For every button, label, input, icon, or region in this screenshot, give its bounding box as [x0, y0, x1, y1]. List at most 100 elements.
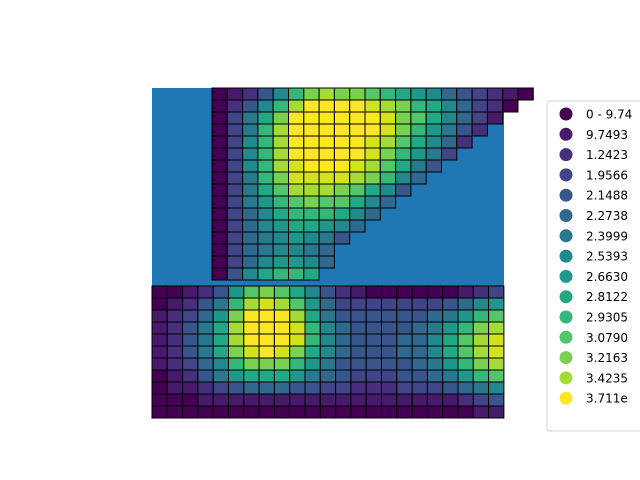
mesh-cell	[243, 309, 260, 323]
mesh-cell	[289, 285, 306, 299]
mesh-cell	[486, 87, 504, 101]
mesh-cell	[228, 285, 245, 299]
mesh-cell	[365, 309, 383, 323]
legend: 0 - 9.74 9.7493 1.2423 1.9566 2.1488 2.2738 2.…	[546, 100, 640, 432]
mesh-cell	[226, 135, 244, 149]
mesh-cell	[365, 285, 383, 299]
legend-marker	[559, 290, 573, 304]
mesh-cell	[381, 309, 398, 323]
mesh-cell	[304, 369, 321, 383]
mesh-cell	[304, 285, 321, 299]
mesh-cell	[151, 357, 168, 371]
mesh-cell	[243, 393, 260, 407]
mesh-cell	[273, 369, 291, 383]
chart-stage: 0 - 9.74 9.7493 1.2423 1.9566 2.1488 2.2738 2.…	[0, 0, 640, 480]
mesh-cell	[242, 87, 259, 101]
mesh-cell	[242, 267, 259, 281]
mesh-cell	[182, 309, 199, 323]
mesh-cell	[471, 123, 488, 137]
legend-marker	[559, 269, 573, 283]
legend-label: 2.9305	[586, 311, 628, 325]
mesh-cell	[242, 99, 259, 113]
mesh-cell	[457, 297, 474, 311]
mesh-cell	[242, 195, 259, 209]
mesh-cell	[226, 255, 244, 269]
mesh-cell	[442, 333, 459, 347]
mesh-cell	[151, 369, 168, 383]
mesh-cell	[211, 159, 228, 173]
mesh-cell	[288, 123, 305, 137]
mesh-cell	[472, 405, 490, 419]
mesh-cell	[166, 381, 184, 395]
mesh-cell	[226, 123, 244, 137]
mesh-cell	[379, 135, 397, 149]
mesh-cell	[257, 123, 274, 137]
mesh-cell	[226, 219, 244, 233]
mesh-cell	[441, 99, 458, 113]
mesh-cell	[350, 369, 367, 383]
mesh-cell	[335, 309, 352, 323]
mesh-cell	[395, 111, 412, 125]
mesh-cell	[395, 159, 412, 173]
mesh-cell	[273, 405, 291, 419]
mesh-cell	[212, 285, 229, 299]
mesh-cell	[289, 393, 306, 407]
legend-label: 2.8122	[586, 290, 628, 304]
mesh-cell	[243, 297, 260, 311]
mesh-cell	[457, 381, 474, 395]
mesh-cell	[395, 171, 412, 185]
legend-label: 2.6630	[586, 270, 628, 284]
mesh-cell	[257, 255, 274, 269]
mesh-cell	[273, 321, 291, 335]
mesh-cell	[226, 147, 244, 161]
mesh-cell	[272, 195, 290, 209]
mesh-cell	[226, 87, 244, 101]
heatmap-chart: 0 - 9.74 9.7493 1.2423 1.9566 2.1488 2.2738 2.…	[151, 87, 640, 432]
mesh-cell	[228, 333, 245, 347]
mesh-cell	[442, 309, 459, 323]
mesh-cell	[257, 243, 274, 257]
mesh-cell	[303, 267, 320, 281]
mesh-cell	[379, 147, 397, 161]
mesh-cell	[379, 87, 397, 101]
mesh-cell	[182, 369, 199, 383]
mesh-cell	[257, 267, 274, 281]
mesh-cell	[318, 159, 335, 173]
mesh-cell	[288, 99, 305, 113]
mesh-cell	[395, 87, 412, 101]
mesh-cell	[318, 207, 335, 221]
mesh-cell	[228, 381, 245, 395]
mesh-cell	[273, 297, 291, 311]
mesh-cell	[303, 111, 320, 125]
mesh-cell	[335, 357, 352, 371]
mesh-cell	[349, 123, 366, 137]
mesh-cell	[226, 183, 244, 197]
mesh-cell	[335, 345, 352, 359]
mesh-cell	[456, 111, 473, 125]
mesh-cell	[411, 309, 428, 323]
mesh-cell	[182, 393, 199, 407]
mesh-cell	[442, 297, 459, 311]
mesh-cell	[472, 393, 490, 407]
mesh-cell	[457, 285, 474, 299]
mesh-cell	[197, 333, 214, 347]
mesh-cell	[350, 297, 367, 311]
mesh-cell	[304, 345, 321, 359]
mesh-cell	[333, 87, 351, 101]
mesh-cell	[442, 381, 459, 395]
mesh-cell	[151, 405, 168, 419]
mesh-cell	[488, 405, 505, 419]
mesh-cell	[258, 309, 275, 323]
mesh-cell	[226, 267, 244, 281]
mesh-cell	[211, 219, 228, 233]
mesh-cell	[457, 405, 474, 419]
mesh-cell	[488, 297, 505, 311]
mesh-cell	[456, 87, 473, 101]
mesh-cell	[365, 369, 383, 383]
mesh-cell	[396, 297, 413, 311]
mesh-cell	[318, 135, 335, 149]
mesh-cell	[457, 393, 474, 407]
mesh-cell	[151, 333, 168, 347]
mesh-cell	[472, 381, 490, 395]
mesh-cell	[379, 183, 397, 197]
